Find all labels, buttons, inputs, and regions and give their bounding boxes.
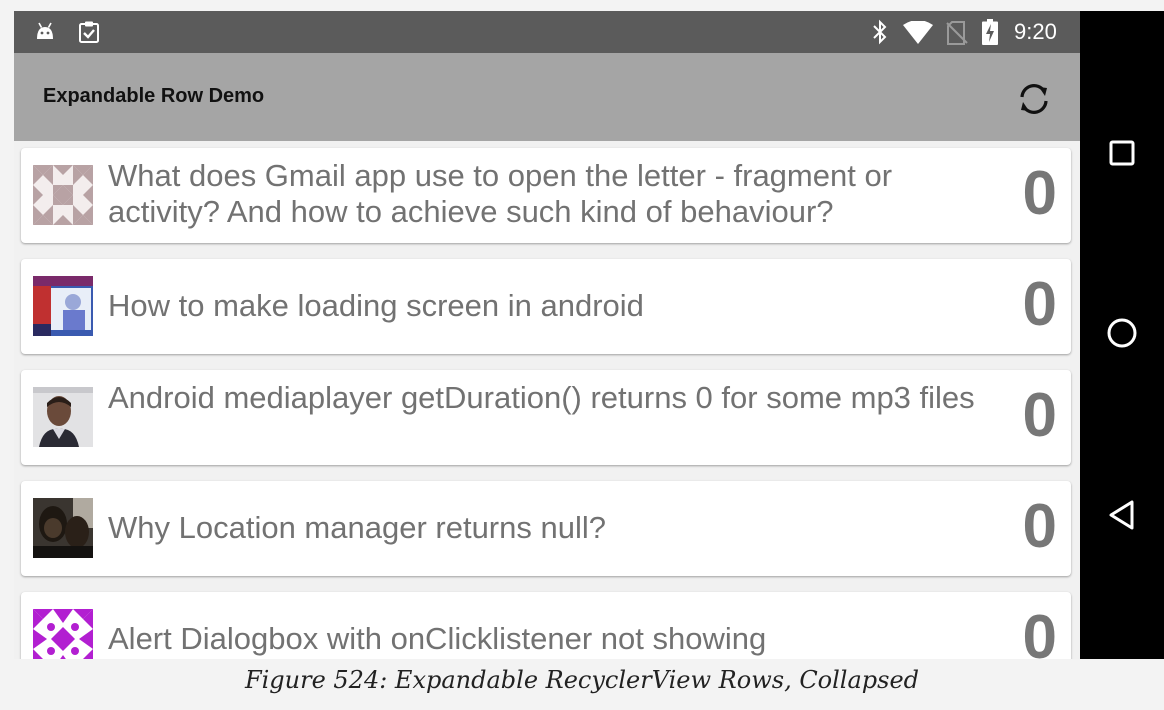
- question-title: Alert Dialogbox with onClicklistener not…: [108, 621, 767, 656]
- page-title: Expandable Row Demo: [43, 85, 265, 107]
- question-score: 0: [1022, 381, 1057, 450]
- app-toolbar: Expandable Row Demo: [14, 53, 1080, 141]
- question-score: 0: [1022, 270, 1057, 339]
- home-icon[interactable]: [1102, 313, 1142, 353]
- battery-charging-icon: [982, 19, 998, 45]
- people-photo-avatar: [33, 498, 93, 558]
- refresh-icon[interactable]: [1014, 79, 1054, 119]
- question-title: How to make loading screen in android: [108, 288, 644, 323]
- question-score: 0: [1022, 603, 1057, 659]
- list-item[interactable]: Android mediaplayer getDuration() return…: [21, 370, 1071, 465]
- person-photo-avatar: [33, 387, 93, 447]
- list-item[interactable]: How to make loading screen in android 0: [21, 259, 1071, 354]
- list-item[interactable]: Why Location manager returns null? 0: [21, 481, 1071, 576]
- android-icon: [37, 22, 53, 39]
- navigation-bar: [1080, 11, 1164, 659]
- list-item[interactable]: What does Gmail app use to open the lett…: [21, 148, 1071, 243]
- wifi-icon: [903, 21, 933, 44]
- question-title: What does Gmail app use to open the lett…: [108, 158, 893, 229]
- geometric-pattern-avatar: [33, 165, 93, 225]
- question-title: Android mediaplayer getDuration() return…: [108, 380, 975, 415]
- question-title: Why Location manager returns null?: [108, 510, 606, 545]
- back-icon[interactable]: [1102, 495, 1142, 535]
- question-score: 0: [1022, 492, 1057, 561]
- app-window: 9:20 Expandable Row Demo What does Gmail…: [14, 11, 1080, 659]
- list-item[interactable]: Alert Dialogbox with onClicklistener not…: [21, 592, 1071, 659]
- purple-pattern-avatar: [33, 609, 93, 659]
- no-sim-icon: [946, 21, 968, 45]
- bluetooth-icon: [873, 19, 887, 45]
- device-screen: 9:20 Expandable Row Demo What does Gmail…: [14, 11, 1164, 659]
- figure-caption: Figure 524: Expandable RecyclerView Rows…: [244, 666, 920, 694]
- photo-avatar: [33, 276, 93, 336]
- question-score: 0: [1022, 159, 1057, 228]
- recents-icon[interactable]: [1102, 133, 1142, 173]
- status-bar: 9:20: [14, 11, 1080, 53]
- status-time: 9:20: [1014, 19, 1057, 44]
- clipboard-check-icon: [79, 21, 99, 43]
